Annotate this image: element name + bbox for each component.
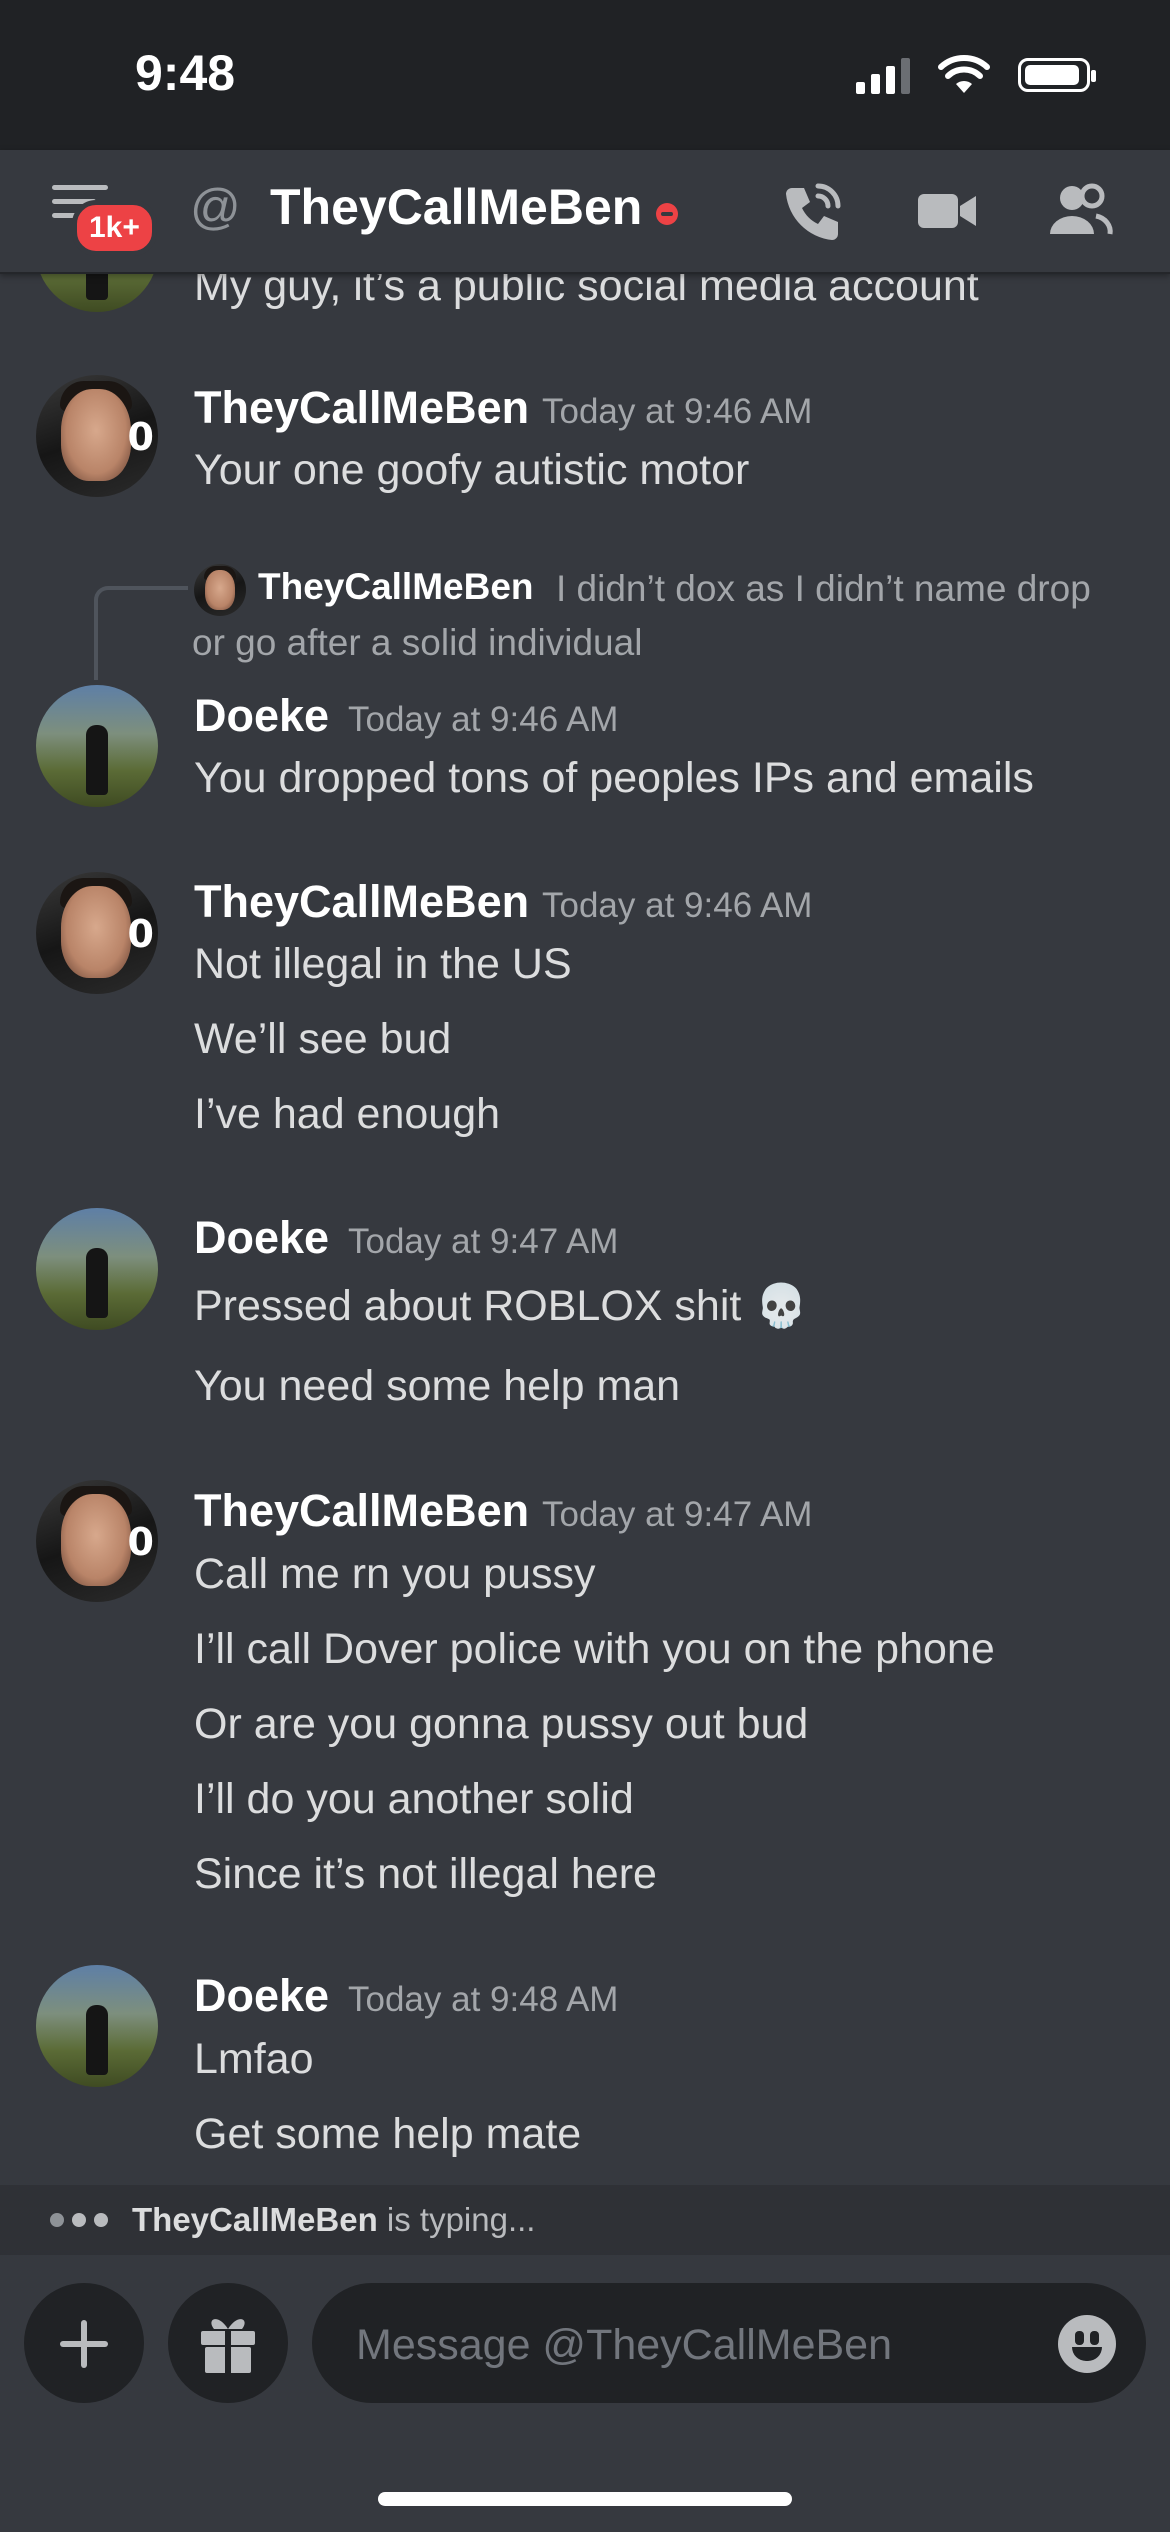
- members-icon[interactable]: [1044, 176, 1114, 246]
- avatar[interactable]: [36, 1208, 158, 1330]
- timestamp: Today at 9:46 AM: [542, 886, 813, 925]
- message-text: You need some help man: [194, 1362, 681, 1410]
- typing-text: TheyCallMeBen is typing...: [132, 2201, 535, 2239]
- username[interactable]: TheyCallMeBen: [194, 1485, 529, 1537]
- reply-username[interactable]: TheyCallMeBen: [258, 566, 534, 608]
- typing-indicator: TheyCallMeBen is typing...: [0, 2185, 1170, 2255]
- message-input[interactable]: Message @TheyCallMeBen: [312, 2283, 1146, 2403]
- message-input-placeholder: Message @TheyCallMeBen: [356, 2321, 892, 2369]
- message-text: Not illegal in the US: [194, 940, 572, 988]
- message-text: You dropped tons of peoples IPs and emai…: [194, 754, 1034, 802]
- typing-user: TheyCallMeBen: [132, 2201, 378, 2238]
- message-text: Since it’s not illegal here: [194, 1850, 657, 1898]
- at-icon: @: [190, 179, 241, 235]
- username[interactable]: TheyCallMeBen: [194, 382, 529, 434]
- message-text: Or are you gonna pussy out bud: [194, 1700, 809, 1748]
- message-composer: Message @TheyCallMeBen: [0, 2255, 1170, 2532]
- emoji-icon[interactable]: [1058, 2315, 1116, 2373]
- gift-button[interactable]: [168, 2283, 288, 2403]
- call-icon[interactable]: [778, 176, 848, 246]
- add-attachment-button[interactable]: [24, 2283, 144, 2403]
- dnd-status-icon: [656, 203, 678, 225]
- timestamp: Today at 9:47 AM: [542, 1495, 813, 1534]
- reply-avatar: [194, 564, 246, 616]
- avatar[interactable]: 0: [36, 872, 158, 994]
- skull-emoji-icon: 💀: [755, 1282, 808, 1329]
- username[interactable]: Doeke: [194, 690, 329, 742]
- message-text: I’ll call Dover police with you on the p…: [194, 1625, 995, 1673]
- video-icon[interactable]: [912, 176, 982, 246]
- avatar[interactable]: [36, 1965, 158, 2087]
- message-text: I’ll do you another solid: [194, 1775, 634, 1823]
- message-line: Pressed about ROBLOX shit: [194, 1282, 742, 1330]
- message-list: My guy, it’s a public social media accou…: [0, 0, 1170, 2185]
- reply-text[interactable]: or go after a solid individual: [192, 622, 642, 664]
- home-indicator[interactable]: [378, 2492, 792, 2506]
- message-text: Call me rn you pussy: [194, 1550, 596, 1598]
- avatar[interactable]: 0: [36, 1480, 158, 1602]
- timestamp: Today at 9:47 AM: [348, 1222, 619, 1261]
- avatar[interactable]: [36, 685, 158, 807]
- channel-title[interactable]: TheyCallMeBen: [270, 178, 642, 236]
- reply-connector: [94, 586, 188, 680]
- timestamp: Today at 9:46 AM: [348, 700, 619, 739]
- message-text: Pressed about ROBLOX shit 💀: [194, 1282, 808, 1331]
- typing-dots-icon: [50, 2213, 108, 2227]
- username[interactable]: Doeke: [194, 1212, 329, 1264]
- avatar[interactable]: 0: [36, 375, 158, 497]
- channel-header: 1k+ @ TheyCallMeBen: [0, 150, 1170, 274]
- gift-icon: [201, 2319, 255, 2373]
- timestamp: Today at 9:46 AM: [542, 392, 813, 431]
- username[interactable]: TheyCallMeBen: [194, 876, 529, 928]
- username[interactable]: Doeke: [194, 1970, 329, 2022]
- reply-text[interactable]: I didn’t dox as I didn’t name drop: [556, 568, 1091, 610]
- timestamp: Today at 9:48 AM: [348, 1980, 619, 2019]
- message-text: I’ve had enough: [194, 1090, 501, 1138]
- unread-badge: 1k+: [72, 200, 157, 256]
- message-text: We’ll see bud: [194, 1015, 452, 1063]
- message-text: Lmfao: [194, 2035, 314, 2083]
- message-text: Your one goofy autistic motor: [194, 446, 750, 494]
- typing-suffix: is typing...: [377, 2201, 536, 2238]
- message-text: Get some help mate: [194, 2110, 582, 2158]
